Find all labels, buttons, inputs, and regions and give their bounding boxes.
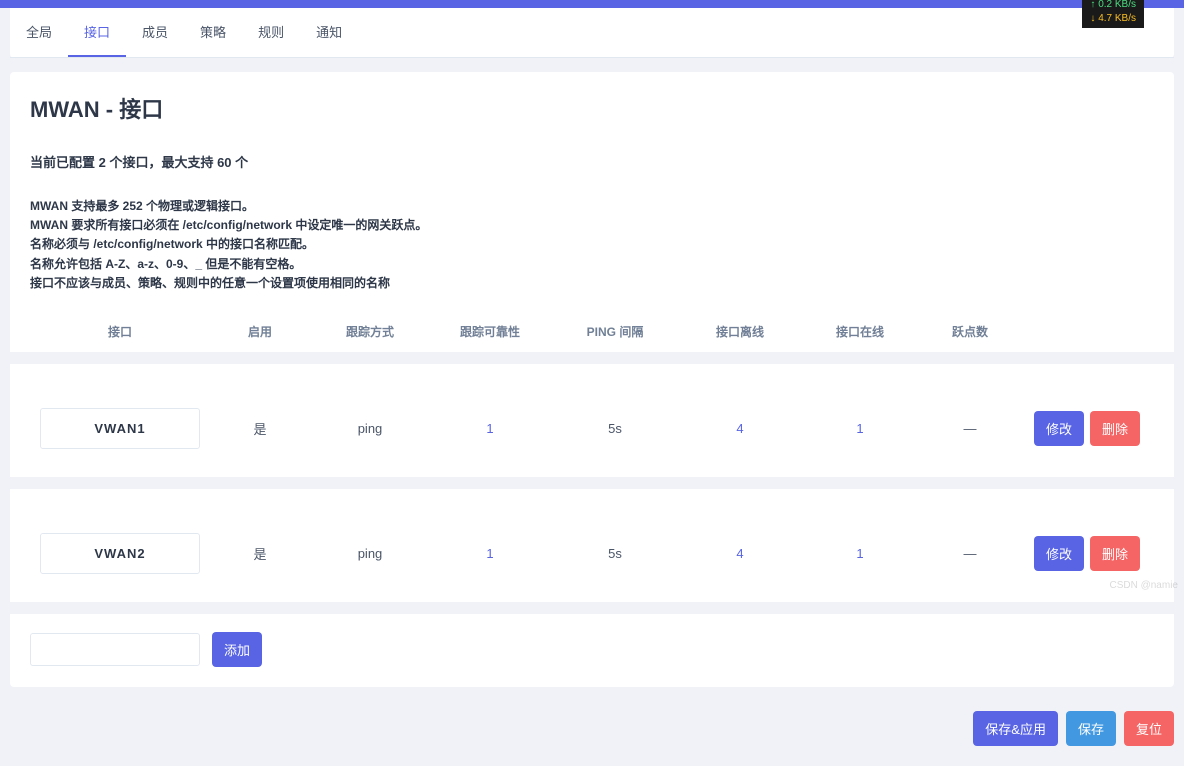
table-row: VWAN2 是 ping 1 5s 4 1 — 修改 删除 (10, 505, 1174, 602)
table-row: VWAN1 是 ping 1 5s 4 1 — 修改 删除 (10, 380, 1174, 477)
add-interface-row: 添加 (10, 614, 1174, 687)
col-header-interface: 接口 (30, 323, 210, 340)
cell-interface: VWAN2 (30, 533, 210, 574)
table-header-row: 接口 启用 跟踪方式 跟踪可靠性 PING 间隔 接口离线 接口在线 跃点数 (10, 311, 1174, 352)
col-header-metric: 跃点数 (920, 323, 1020, 340)
cell-ping: 5s (550, 421, 680, 436)
col-header-actions (1020, 323, 1154, 340)
cell-online: 1 (800, 546, 920, 561)
cell-reliability: 1 (430, 421, 550, 436)
cell-actions: 修改 删除 (1020, 411, 1154, 446)
speed-indicator: ↑ 0.2 KB/s ↓ 4.7 KB/s (1082, 0, 1144, 28)
cell-metric: — (920, 421, 1020, 436)
cell-enabled: 是 (210, 544, 310, 563)
cell-metric: — (920, 546, 1020, 561)
tab-policy[interactable]: 策略 (184, 8, 242, 57)
description-line: 接口不应该与成员、策略、规则中的任意一个设置项使用相同的名称 (30, 274, 1154, 293)
cell-track: ping (310, 421, 430, 436)
row-gap (10, 602, 1174, 614)
footer-actions: 保存&应用 保存 复位 (0, 701, 1184, 766)
row-gap (10, 477, 1174, 489)
col-header-enabled: 启用 (210, 323, 310, 340)
description-line: 名称允许包括 A-Z、a-z、0-9、_ 但是不能有空格。 (30, 255, 1154, 274)
tab-rule[interactable]: 规则 (242, 8, 300, 57)
tab-member[interactable]: 成员 (126, 8, 184, 57)
cell-track: ping (310, 546, 430, 561)
page-title: MWAN - 接口 (30, 92, 1154, 124)
col-header-reliability: 跟踪可靠性 (430, 323, 550, 340)
col-header-offline: 接口离线 (680, 323, 800, 340)
cell-actions: 修改 删除 (1020, 536, 1154, 571)
cell-interface: VWAN1 (30, 408, 210, 449)
add-button[interactable]: 添加 (212, 632, 262, 667)
add-interface-input[interactable] (30, 633, 200, 666)
edit-button[interactable]: 修改 (1034, 536, 1084, 571)
cell-enabled: 是 (210, 419, 310, 438)
cell-offline: 4 (680, 421, 800, 436)
save-apply-button[interactable]: 保存&应用 (973, 711, 1058, 746)
tab-notification[interactable]: 通知 (300, 8, 358, 57)
content-card: MWAN - 接口 当前已配置 2 个接口，最大支持 60 个 MWAN 支持最… (10, 72, 1174, 687)
description-line: MWAN 支持最多 252 个物理或逻辑接口。 (30, 197, 1154, 216)
interface-table: 接口 启用 跟踪方式 跟踪可靠性 PING 间隔 接口离线 接口在线 跃点数 V… (10, 311, 1174, 687)
cell-offline: 4 (680, 546, 800, 561)
tab-interface[interactable]: 接口 (68, 8, 126, 57)
delete-button[interactable]: 删除 (1090, 536, 1140, 571)
description-block: MWAN 支持最多 252 个物理或逻辑接口。 MWAN 要求所有接口必须在 /… (30, 197, 1154, 293)
col-header-ping: PING 间隔 (550, 323, 680, 340)
tabs: 全局 接口 成员 策略 规则 通知 (10, 8, 1174, 58)
description-line: 名称必须与 /etc/config/network 中的接口名称匹配。 (30, 235, 1154, 254)
col-header-online: 接口在线 (800, 323, 920, 340)
save-button[interactable]: 保存 (1066, 711, 1116, 746)
download-speed: ↓ 4.7 KB/s (1090, 12, 1136, 26)
upload-speed: ↑ 0.2 KB/s (1090, 0, 1136, 12)
cell-online: 1 (800, 421, 920, 436)
interface-name-box: VWAN2 (40, 533, 200, 574)
description-line: MWAN 要求所有接口必须在 /etc/config/network 中设定唯一… (30, 216, 1154, 235)
interface-name-box: VWAN1 (40, 408, 200, 449)
delete-button[interactable]: 删除 (1090, 411, 1140, 446)
cell-ping: 5s (550, 546, 680, 561)
cell-reliability: 1 (430, 546, 550, 561)
watermark: CSDN @namie (1109, 580, 1178, 591)
tab-global[interactable]: 全局 (10, 8, 68, 57)
top-header-bar: ↑ 0.2 KB/s ↓ 4.7 KB/s (0, 0, 1184, 8)
col-header-track: 跟踪方式 (310, 323, 430, 340)
row-gap (10, 352, 1174, 364)
config-summary: 当前已配置 2 个接口，最大支持 60 个 (30, 152, 1154, 171)
reset-button[interactable]: 复位 (1124, 711, 1174, 746)
edit-button[interactable]: 修改 (1034, 411, 1084, 446)
tab-container: 全局 接口 成员 策略 规则 通知 (10, 8, 1174, 58)
